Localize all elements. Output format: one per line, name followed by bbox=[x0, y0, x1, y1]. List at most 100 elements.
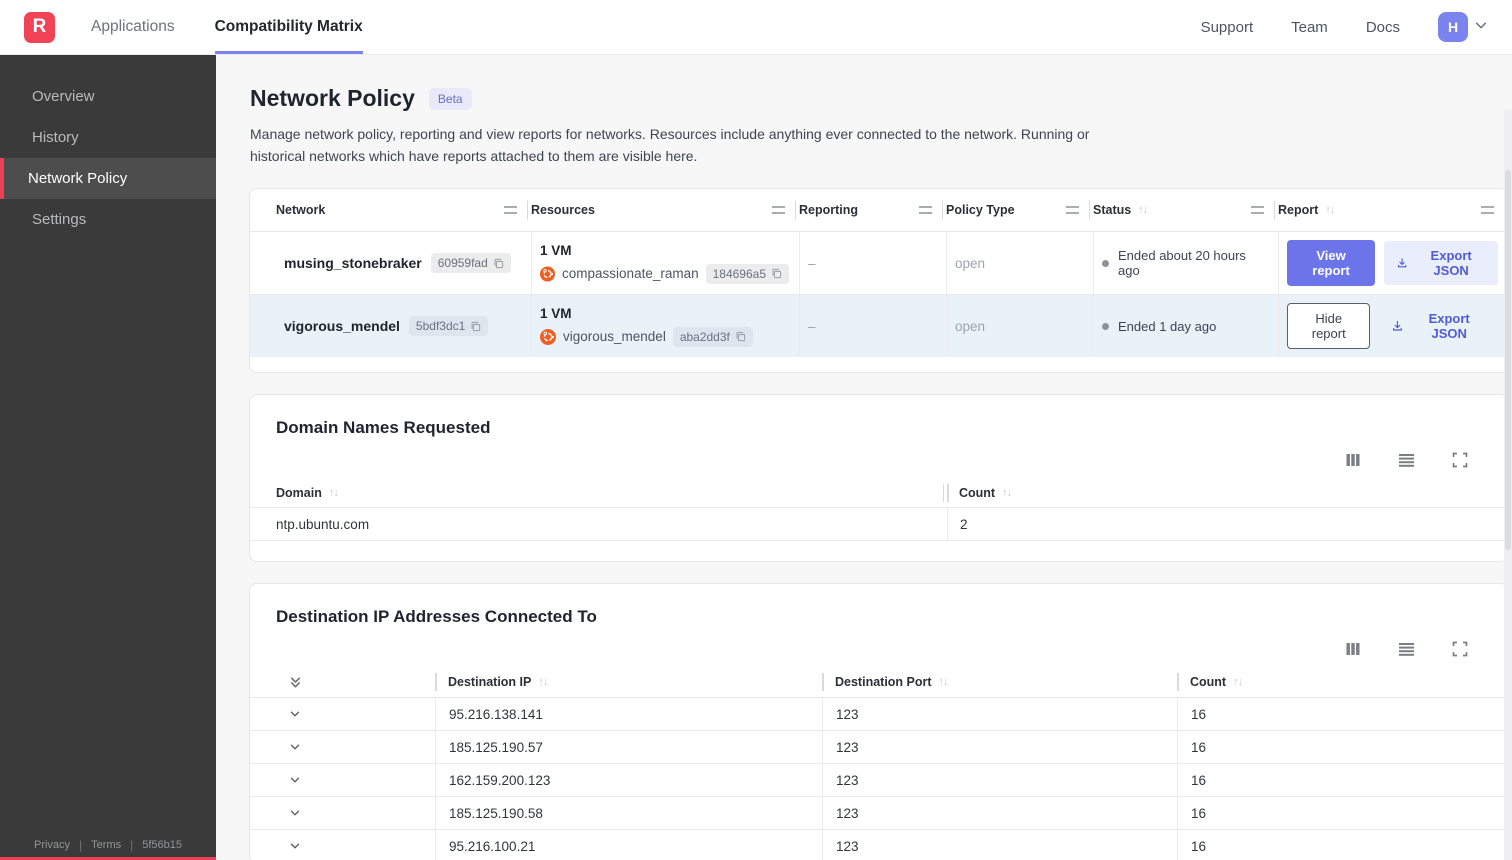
app-logo[interactable]: R bbox=[24, 11, 55, 43]
page-scrollbar[interactable] bbox=[1504, 110, 1512, 860]
sort-icon[interactable]: ↑↓ bbox=[939, 676, 949, 688]
network-id-badge[interactable]: 60959fad bbox=[430, 253, 511, 274]
table-toolbar bbox=[250, 438, 1508, 478]
table-row: 162.159.200.123 123 16 bbox=[250, 763, 1508, 797]
destination-ip-cell: 185.125.190.57 bbox=[435, 731, 822, 764]
sidebar-item-network-policy[interactable]: Network Policy bbox=[0, 158, 216, 199]
table-row: 95.216.138.141 123 16 bbox=[250, 697, 1508, 731]
column-resize-handle[interactable] bbox=[504, 206, 517, 215]
vm-id-badge[interactable]: 184696a5 bbox=[705, 263, 789, 284]
fullscreen-icon[interactable] bbox=[1452, 452, 1468, 468]
table-row: 95.216.100.21 123 16 bbox=[250, 829, 1508, 860]
ubuntu-icon bbox=[540, 266, 556, 282]
column-resize-handle[interactable] bbox=[1066, 206, 1079, 215]
status-dot bbox=[1102, 322, 1109, 330]
count-cell: 16 bbox=[1177, 698, 1508, 731]
column-header-reporting[interactable]: Reporting bbox=[799, 189, 946, 231]
row-density-icon[interactable] bbox=[1398, 452, 1415, 468]
scrollbar-thumb[interactable] bbox=[1505, 170, 1511, 550]
chevron-down-icon[interactable] bbox=[288, 839, 302, 853]
sidebar-item-settings[interactable]: Settings bbox=[0, 199, 216, 240]
link-docs[interactable]: Docs bbox=[1366, 19, 1400, 36]
destination-port-cell: 123 bbox=[822, 698, 1177, 731]
hide-report-button[interactable]: Hide report bbox=[1287, 303, 1371, 350]
networks-card: Network Resources Reporting Policy Type … bbox=[249, 188, 1509, 374]
column-header-report[interactable]: Report ↑↓ bbox=[1278, 189, 1508, 231]
tab-compatibility-matrix[interactable]: Compatibility Matrix bbox=[214, 0, 363, 54]
page-title: Network Policy bbox=[250, 85, 415, 111]
status-dot bbox=[1102, 259, 1109, 267]
column-header-destination-ip[interactable]: Destination IP ↑↓ bbox=[435, 667, 822, 697]
chevron-down-icon[interactable] bbox=[288, 740, 302, 754]
copy-icon bbox=[494, 258, 503, 269]
link-team[interactable]: Team bbox=[1291, 19, 1328, 36]
sidebar-item-history[interactable]: History bbox=[0, 117, 216, 158]
topbar-right: Support Team Docs H bbox=[1201, 0, 1488, 54]
expand-all-icon[interactable] bbox=[288, 675, 303, 690]
divider: | bbox=[79, 838, 83, 852]
vm-name: vigorous_mendel bbox=[563, 329, 666, 345]
user-menu[interactable]: H bbox=[1438, 12, 1488, 42]
vm-name: compassionate_raman bbox=[562, 266, 699, 282]
copy-icon bbox=[772, 269, 782, 279]
column-header-network[interactable]: Network bbox=[276, 189, 531, 231]
table-row: 185.125.190.58 123 16 bbox=[250, 796, 1508, 830]
chevron-down-icon[interactable] bbox=[288, 806, 302, 820]
beta-badge: Beta bbox=[428, 87, 472, 110]
divider: | bbox=[130, 838, 134, 852]
download-icon bbox=[1397, 258, 1407, 268]
vm-id-badge[interactable]: aba2dd3f bbox=[672, 326, 753, 347]
status-text: Ended 1 day ago bbox=[1118, 318, 1217, 334]
table-row[interactable]: ntp.ubuntu.com 2 bbox=[250, 507, 1508, 542]
column-header-status[interactable]: Status ↑↓ bbox=[1093, 189, 1278, 231]
copy-icon bbox=[471, 321, 481, 332]
count-cell: 16 bbox=[1177, 731, 1508, 764]
column-resize-handle[interactable] bbox=[919, 206, 932, 215]
sidebar-item-overview[interactable]: Overview bbox=[0, 76, 216, 117]
column-header-count[interactable]: Count ↑↓ bbox=[1177, 667, 1508, 697]
network-id-badge[interactable]: 5bdf3dc1 bbox=[408, 316, 489, 337]
privacy-link[interactable]: Privacy bbox=[34, 839, 70, 851]
columns-icon[interactable] bbox=[1345, 452, 1361, 468]
terms-link[interactable]: Terms bbox=[91, 839, 121, 851]
view-report-button[interactable]: View report bbox=[1287, 240, 1376, 287]
policy-type-value: open bbox=[955, 255, 986, 271]
column-resize-handle[interactable] bbox=[1251, 206, 1264, 215]
sort-icon[interactable]: ↑↓ bbox=[1002, 487, 1012, 499]
columns-icon[interactable] bbox=[1345, 641, 1361, 657]
network-row-selected: vigorous_mendel 5bdf3dc1 1 VM vigorous_m… bbox=[250, 294, 1508, 358]
column-resize-handle[interactable] bbox=[772, 206, 785, 215]
main-content: Network Policy Beta Manage network polic… bbox=[216, 55, 1512, 860]
export-json-button[interactable]: Export JSON bbox=[1379, 304, 1498, 348]
sort-icon[interactable]: ↑↓ bbox=[538, 676, 548, 688]
sort-icon[interactable]: ↑↓ bbox=[1138, 204, 1148, 216]
column-header-domain[interactable]: Domain ↑↓ bbox=[276, 478, 947, 507]
column-resize-handle[interactable] bbox=[1481, 206, 1494, 215]
column-header-resources[interactable]: Resources bbox=[531, 189, 799, 231]
column-header-count[interactable]: Count ↑↓ bbox=[947, 478, 1508, 507]
download-icon bbox=[1393, 321, 1403, 331]
destinations-card: Destination IP Addresses Connected To De… bbox=[249, 583, 1509, 860]
destination-port-cell: 123 bbox=[822, 830, 1177, 860]
networks-table-header: Network Resources Reporting Policy Type … bbox=[250, 189, 1508, 231]
topbar: R Applications Compatibility Matrix Supp… bbox=[0, 0, 1512, 55]
fullscreen-icon[interactable] bbox=[1452, 641, 1468, 657]
column-header-policy-type[interactable]: Policy Type bbox=[946, 189, 1093, 231]
tab-applications[interactable]: Applications bbox=[91, 0, 175, 54]
destination-ip-cell: 185.125.190.58 bbox=[435, 797, 822, 830]
row-density-icon[interactable] bbox=[1398, 641, 1415, 657]
policy-type-value: open bbox=[955, 318, 986, 334]
count-cell: 2 bbox=[947, 508, 1508, 541]
sort-icon[interactable]: ↑↓ bbox=[1325, 204, 1335, 216]
network-name: vigorous_mendel bbox=[284, 318, 400, 335]
chevron-down-icon[interactable] bbox=[288, 773, 302, 787]
link-support[interactable]: Support bbox=[1201, 19, 1254, 36]
reporting-value: – bbox=[808, 255, 816, 271]
network-row: musing_stonebraker 60959fad 1 VM compass… bbox=[250, 231, 1508, 295]
export-json-button[interactable]: Export JSON bbox=[1384, 241, 1498, 286]
column-header-destination-port[interactable]: Destination Port ↑↓ bbox=[822, 667, 1177, 697]
avatar[interactable]: H bbox=[1438, 12, 1468, 42]
sort-icon[interactable]: ↑↓ bbox=[329, 487, 339, 499]
sort-icon[interactable]: ↑↓ bbox=[1233, 676, 1243, 688]
chevron-down-icon[interactable] bbox=[288, 707, 302, 721]
